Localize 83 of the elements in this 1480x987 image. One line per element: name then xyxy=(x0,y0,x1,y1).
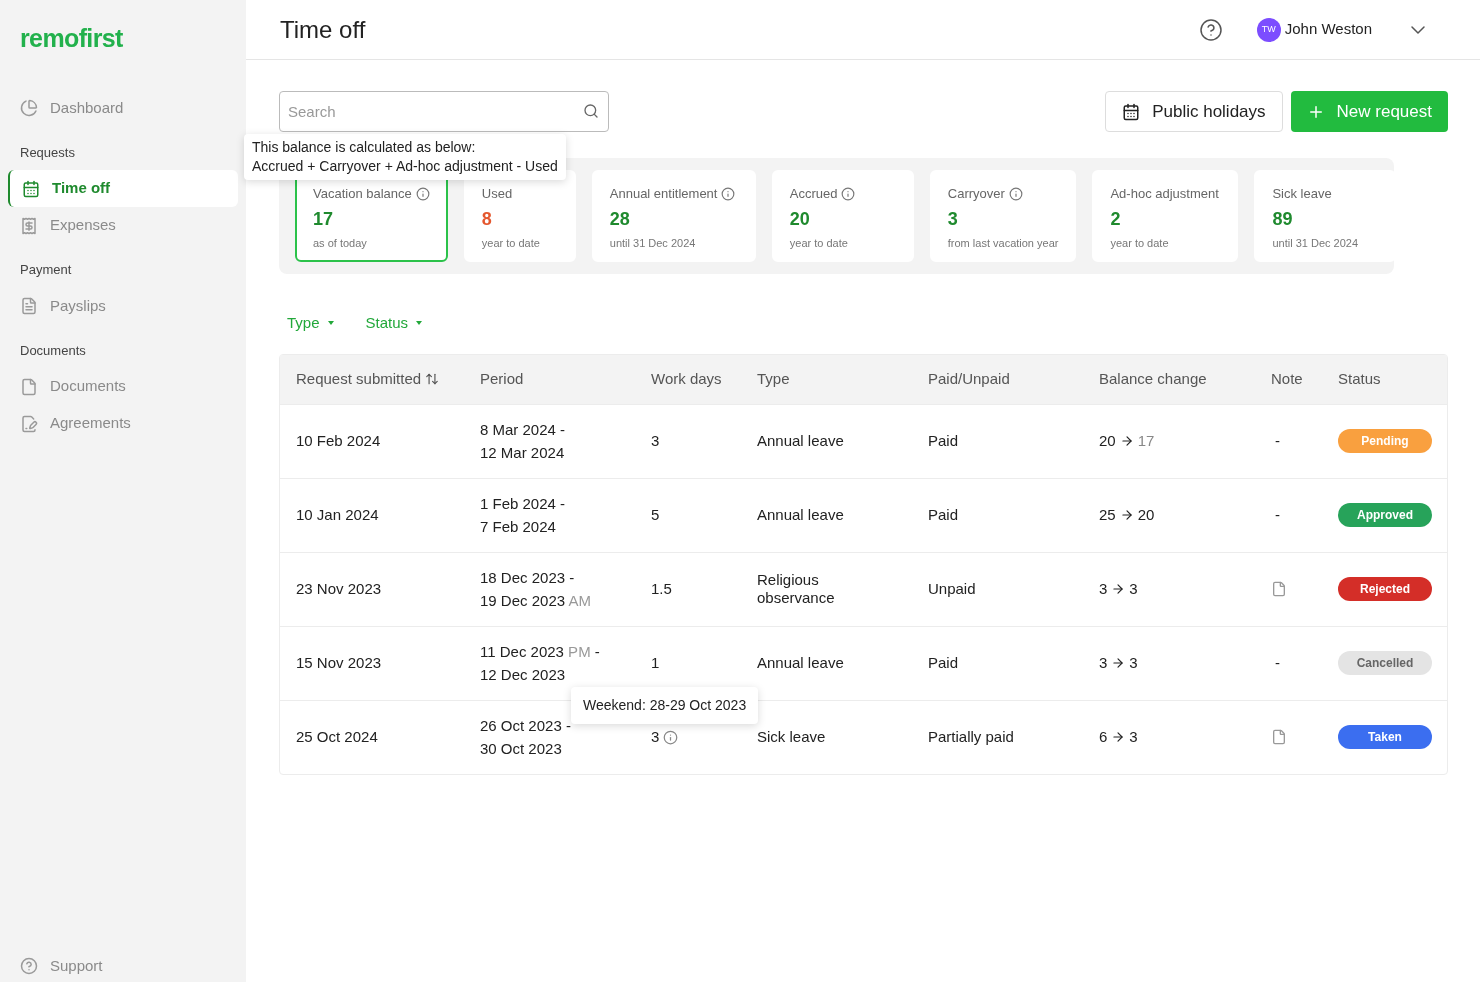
table-cell-text: Sick leave xyxy=(757,728,827,746)
table-cell-text: Religious observance xyxy=(757,571,836,607)
status-badge: Rejected xyxy=(1338,577,1432,601)
period-line: 12 Mar 2024 xyxy=(480,443,566,463)
table-cell-text: Paid xyxy=(928,652,960,673)
column-header: Note xyxy=(1271,368,1303,389)
balance-from: 3 xyxy=(1099,652,1108,673)
balance-from: 3 xyxy=(1099,578,1108,599)
section-heading: Requests xyxy=(19,143,76,162)
status-badge: Approved xyxy=(1338,503,1432,527)
status-badge: Cancelled xyxy=(1338,651,1432,675)
card-value: 20 xyxy=(789,207,811,231)
status-badge: Pending xyxy=(1338,429,1432,453)
column-header: Paid/Unpaid xyxy=(928,368,1010,389)
section-heading: Payment xyxy=(19,261,73,279)
table-cell-text: 5 xyxy=(651,504,660,525)
card-caption: until 31 Dec 2024 xyxy=(1272,235,1360,251)
balance-to: 3 xyxy=(1129,652,1138,673)
table-cell-text: 1 xyxy=(651,652,660,673)
table-cell-text: Unpaid xyxy=(928,578,977,599)
card-caption: until 31 Dec 2024 xyxy=(609,235,697,251)
table-cell-text: Paid xyxy=(928,504,960,525)
balance-to: 17 xyxy=(1137,430,1155,451)
table-cell-text: - xyxy=(1274,653,1280,671)
balance-to: 3 xyxy=(1129,578,1138,599)
table-cell-text: 25 Oct 2024 xyxy=(296,726,379,747)
balance-from: 25 xyxy=(1099,504,1116,525)
column-header: Type xyxy=(757,368,790,389)
card-caption: year to date xyxy=(1110,235,1170,251)
tooltip: Weekend: 28-29 Oct 2023 xyxy=(571,687,759,725)
status-badge: Taken xyxy=(1338,725,1432,749)
balance-from: 20 xyxy=(1099,430,1116,451)
table-cell-text: 1.5 xyxy=(651,578,672,599)
period-line: 7 Feb 2024 xyxy=(480,517,557,537)
balance-to: 20 xyxy=(1137,504,1155,525)
card-value: 3 xyxy=(947,207,959,231)
table-cell-text: Annual leave xyxy=(757,432,845,450)
table-cell-text: 15 Nov 2023 xyxy=(296,652,383,673)
table-cell-text: 3 xyxy=(651,726,660,747)
card-value: 17 xyxy=(313,207,335,231)
card-label: Annual entitlement xyxy=(609,185,718,203)
period-line: 11 Dec 2023 PM - xyxy=(480,642,601,662)
card-label: Vacation balance xyxy=(313,185,412,203)
column-header: Period xyxy=(480,368,524,389)
card-caption: year to date xyxy=(789,235,849,251)
period-line: 18 Dec 2023 - xyxy=(480,568,576,588)
table-cell-text: Partially paid xyxy=(928,726,1015,747)
tooltip-line: This balance is calculated as below: xyxy=(252,138,477,157)
column-header: Balance change xyxy=(1099,368,1207,389)
table-cell-text: 10 Feb 2024 xyxy=(296,430,382,451)
balance-to: 3 xyxy=(1129,726,1138,747)
page-title: Time off xyxy=(280,14,366,45)
card-label: Ad-hoc adjustment xyxy=(1110,185,1219,203)
section-heading: Documents xyxy=(19,341,87,360)
period-line: 19 Dec 2023 AM xyxy=(480,591,592,611)
table-cell-text: 10 Jan 2024 xyxy=(296,504,380,525)
column-header: Work days xyxy=(651,368,722,389)
table-cell-text: - xyxy=(1274,505,1280,523)
card-label: Carryover xyxy=(947,185,1005,203)
table-cell-text: Annual leave xyxy=(757,506,845,524)
logo: remofirst xyxy=(19,23,124,54)
card-caption: year to date xyxy=(481,235,541,251)
card-value: 28 xyxy=(609,207,631,231)
table-cell-text: Paid xyxy=(928,430,960,451)
card-value: 89 xyxy=(1272,207,1294,231)
card-caption: as of today xyxy=(313,235,368,251)
period-line: 30 Oct 2023 xyxy=(480,739,563,759)
period-line: 8 Mar 2024 - xyxy=(480,420,567,440)
table-cell-text: 23 Nov 2023 xyxy=(296,578,383,599)
table-cell-text: - xyxy=(1274,431,1280,449)
card-label: Sick leave xyxy=(1272,185,1332,203)
period-line: 26 Oct 2023 - xyxy=(480,716,572,736)
card-label: Used xyxy=(481,185,513,203)
card-caption: from last vacation year xyxy=(947,235,1059,251)
table-cell-text: 3 xyxy=(651,430,660,451)
table-cell-text: Annual leave xyxy=(757,654,845,672)
balance-from: 6 xyxy=(1099,726,1108,747)
card-value: 2 xyxy=(1110,207,1122,231)
card-value: 8 xyxy=(481,207,493,231)
card-label: Accrued xyxy=(789,185,838,203)
column-header: Status xyxy=(1338,368,1381,389)
period-line: 12 Dec 2023 xyxy=(480,665,567,685)
period-line: 1 Feb 2024 - xyxy=(480,494,567,514)
